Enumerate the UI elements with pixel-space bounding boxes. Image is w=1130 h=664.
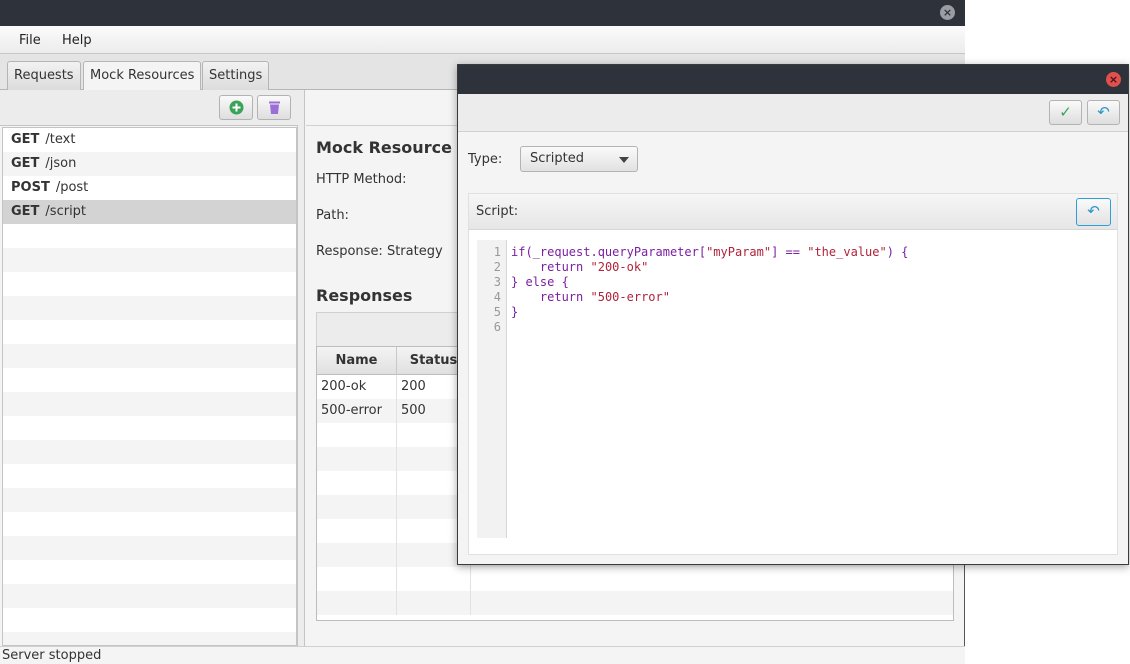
- script-header: Script: ↶: [469, 194, 1117, 230]
- line-number: 2: [493, 260, 501, 274]
- split-pane-divider[interactable]: [298, 90, 305, 646]
- script-undo-button[interactable]: ↶: [1076, 198, 1111, 226]
- script-label: Script:: [476, 204, 519, 219]
- resource-method: GET: [11, 204, 40, 219]
- add-icon: [229, 100, 244, 115]
- undo-icon: ↶: [1097, 103, 1110, 121]
- script-panel: Script: ↶ 1 2 3 4 5 6 if(_request.queryP…: [468, 193, 1118, 555]
- resource-list-pane: GET/text GET/json POST/post GET/script: [0, 90, 298, 646]
- chevron-down-icon: [619, 157, 629, 163]
- responses-title: Responses: [316, 286, 413, 305]
- empty-row: [3, 536, 296, 560]
- path-label: Path:: [316, 208, 349, 223]
- resource-item-get-json[interactable]: GET/json: [3, 152, 296, 176]
- check-icon: ✓: [1059, 103, 1072, 121]
- line-number: 4: [493, 290, 501, 304]
- empty-row: [3, 416, 296, 440]
- cell-name: 200-ok: [317, 375, 397, 399]
- status-bar: Server stopped: [0, 646, 965, 664]
- code-line-3: } else {: [511, 275, 569, 289]
- empty-row: [3, 560, 296, 584]
- resource-path: /script: [45, 204, 87, 219]
- line-number-gutter: 1 2 3 4 5 6: [477, 240, 507, 538]
- mock-resource-title: Mock Resource: [316, 138, 452, 157]
- menu-bar: File Help: [0, 26, 965, 54]
- resource-method: GET: [11, 132, 40, 147]
- empty-row: [3, 296, 296, 320]
- add-resource-button[interactable]: [219, 95, 253, 120]
- empty-row: [3, 224, 296, 248]
- type-label: Type:: [468, 152, 503, 167]
- resource-toolbar: [0, 90, 298, 126]
- resource-item-post-post[interactable]: POST/post: [3, 176, 296, 200]
- code-line-5: }: [511, 305, 519, 319]
- empty-row: [3, 272, 296, 296]
- resource-path: /post: [55, 180, 89, 195]
- response-strategy-label: Response: Strategy: [316, 244, 443, 259]
- line-number: 1: [493, 245, 501, 259]
- menu-help[interactable]: Help: [62, 33, 92, 48]
- dialog-titlebar[interactable]: ×: [458, 65, 1128, 94]
- type-select-value: Scripted: [530, 151, 584, 166]
- code-editor[interactable]: 1 2 3 4 5 6 if(_request.queryParameter["…: [477, 240, 1117, 538]
- line-number: 6: [493, 320, 501, 334]
- column-header-name[interactable]: Name: [317, 347, 397, 375]
- close-icon[interactable]: ×: [1106, 72, 1121, 87]
- line-number: 3: [493, 275, 501, 289]
- revert-button[interactable]: ↶: [1087, 100, 1120, 125]
- empty-row: [3, 608, 296, 632]
- resource-item-get-text[interactable]: GET/text: [3, 128, 296, 152]
- empty-row: [3, 368, 296, 392]
- http-method-label: HTTP Method:: [316, 172, 407, 187]
- resource-list[interactable]: GET/text GET/json POST/post GET/script: [2, 127, 297, 646]
- empty-row: [3, 488, 296, 512]
- empty-row: [3, 512, 296, 536]
- tab-mock-resources[interactable]: Mock Resources: [83, 61, 202, 91]
- resource-path: /json: [45, 156, 77, 171]
- code-line-1: if(_request.queryParameter["myParam"] ==…: [511, 245, 909, 259]
- empty-row: [3, 464, 296, 488]
- empty-row: [3, 344, 296, 368]
- delete-resource-button[interactable]: [257, 95, 291, 120]
- empty-row: [3, 440, 296, 464]
- tab-requests[interactable]: Requests: [7, 61, 81, 90]
- empty-row: [317, 591, 953, 615]
- type-select[interactable]: Scripted: [520, 146, 638, 172]
- trash-icon: [269, 101, 280, 114]
- main-titlebar: ×: [0, 0, 965, 26]
- cell-name: 500-error: [317, 399, 397, 423]
- resource-method: POST: [11, 180, 50, 195]
- undo-icon: ↶: [1087, 202, 1100, 220]
- line-number: 5: [493, 305, 501, 319]
- menu-file[interactable]: File: [19, 33, 41, 48]
- empty-row: [3, 320, 296, 344]
- empty-row: [3, 248, 296, 272]
- code-line-4: return "500-error": [539, 290, 670, 304]
- script-dialog: × ✓ ↶ Type: Scripted Script: ↶ 1 2 3 4 5: [457, 64, 1129, 565]
- tab-settings[interactable]: Settings: [202, 61, 270, 90]
- close-icon[interactable]: ×: [940, 5, 955, 20]
- code-line-2: return "200-ok": [539, 260, 649, 274]
- confirm-button[interactable]: ✓: [1049, 100, 1082, 125]
- empty-row: [3, 392, 296, 416]
- empty-row: [3, 632, 296, 645]
- empty-row: [317, 567, 953, 591]
- resource-item-get-script[interactable]: GET/script: [3, 200, 296, 224]
- empty-row: [3, 584, 296, 608]
- resource-method: GET: [11, 156, 40, 171]
- dialog-toolbar: ✓ ↶: [458, 94, 1128, 132]
- resource-path: /text: [45, 132, 76, 147]
